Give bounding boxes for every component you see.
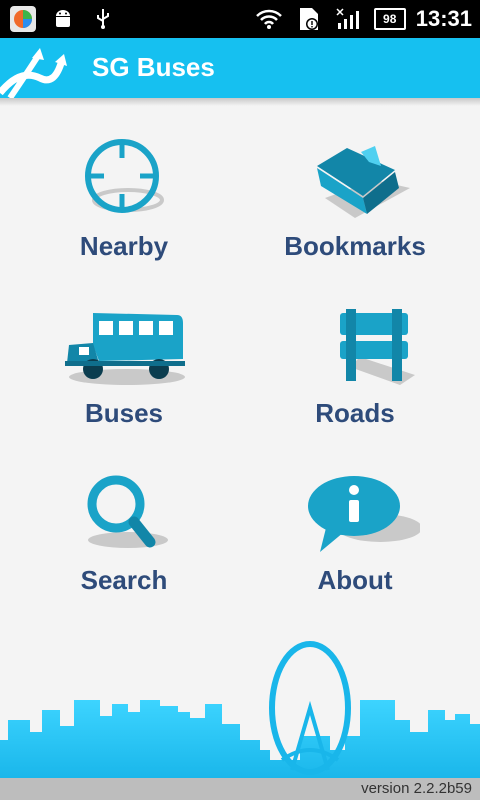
city-skyline-illustration <box>0 640 480 780</box>
folder-icon <box>317 146 410 218</box>
action-bar: SG Buses <box>0 38 480 98</box>
android-debug-icon <box>48 4 78 34</box>
wifi-icon <box>254 4 284 34</box>
app-notification-icon <box>8 4 38 34</box>
signpost-icon <box>340 309 415 385</box>
menu-label-search: Search <box>80 565 168 595</box>
menu-item-nearby[interactable]: Nearby <box>24 138 224 288</box>
menu-item-buses[interactable]: Buses <box>24 305 224 455</box>
footer-bar: version 2.2.2b59 <box>0 778 480 800</box>
menu-label-about: About <box>317 565 393 595</box>
usb-icon <box>88 4 118 34</box>
app-title: SG Buses <box>92 52 215 82</box>
battery-icon: 98 <box>373 8 406 30</box>
bus-icon <box>65 313 185 385</box>
app-logo-icon[interactable] <box>0 38 80 98</box>
menu-label-nearby: Nearby <box>79 231 169 261</box>
menu-item-about[interactable]: About <box>255 472 455 622</box>
menu-label-roads: Roads <box>315 398 395 428</box>
info-bubble-icon <box>308 476 420 552</box>
menu-item-roads[interactable]: Roads <box>255 305 455 455</box>
version-text: version 2.2.2b59 <box>361 780 472 797</box>
menu-label-bookmarks: Bookmarks <box>284 231 426 261</box>
signal-icon <box>334 4 364 34</box>
menu-item-bookmarks[interactable]: Bookmarks <box>255 138 455 288</box>
status-bar: 98 13:31 <box>0 0 480 38</box>
menu-item-search[interactable]: Search <box>24 472 224 622</box>
crosshair-icon <box>85 139 164 213</box>
magnifier-icon <box>87 475 168 548</box>
sim-alert-icon <box>294 4 324 34</box>
status-clock: 13:31 <box>415 6 472 31</box>
action-bar-shadow <box>0 98 480 106</box>
menu-label-buses: Buses <box>84 398 164 428</box>
